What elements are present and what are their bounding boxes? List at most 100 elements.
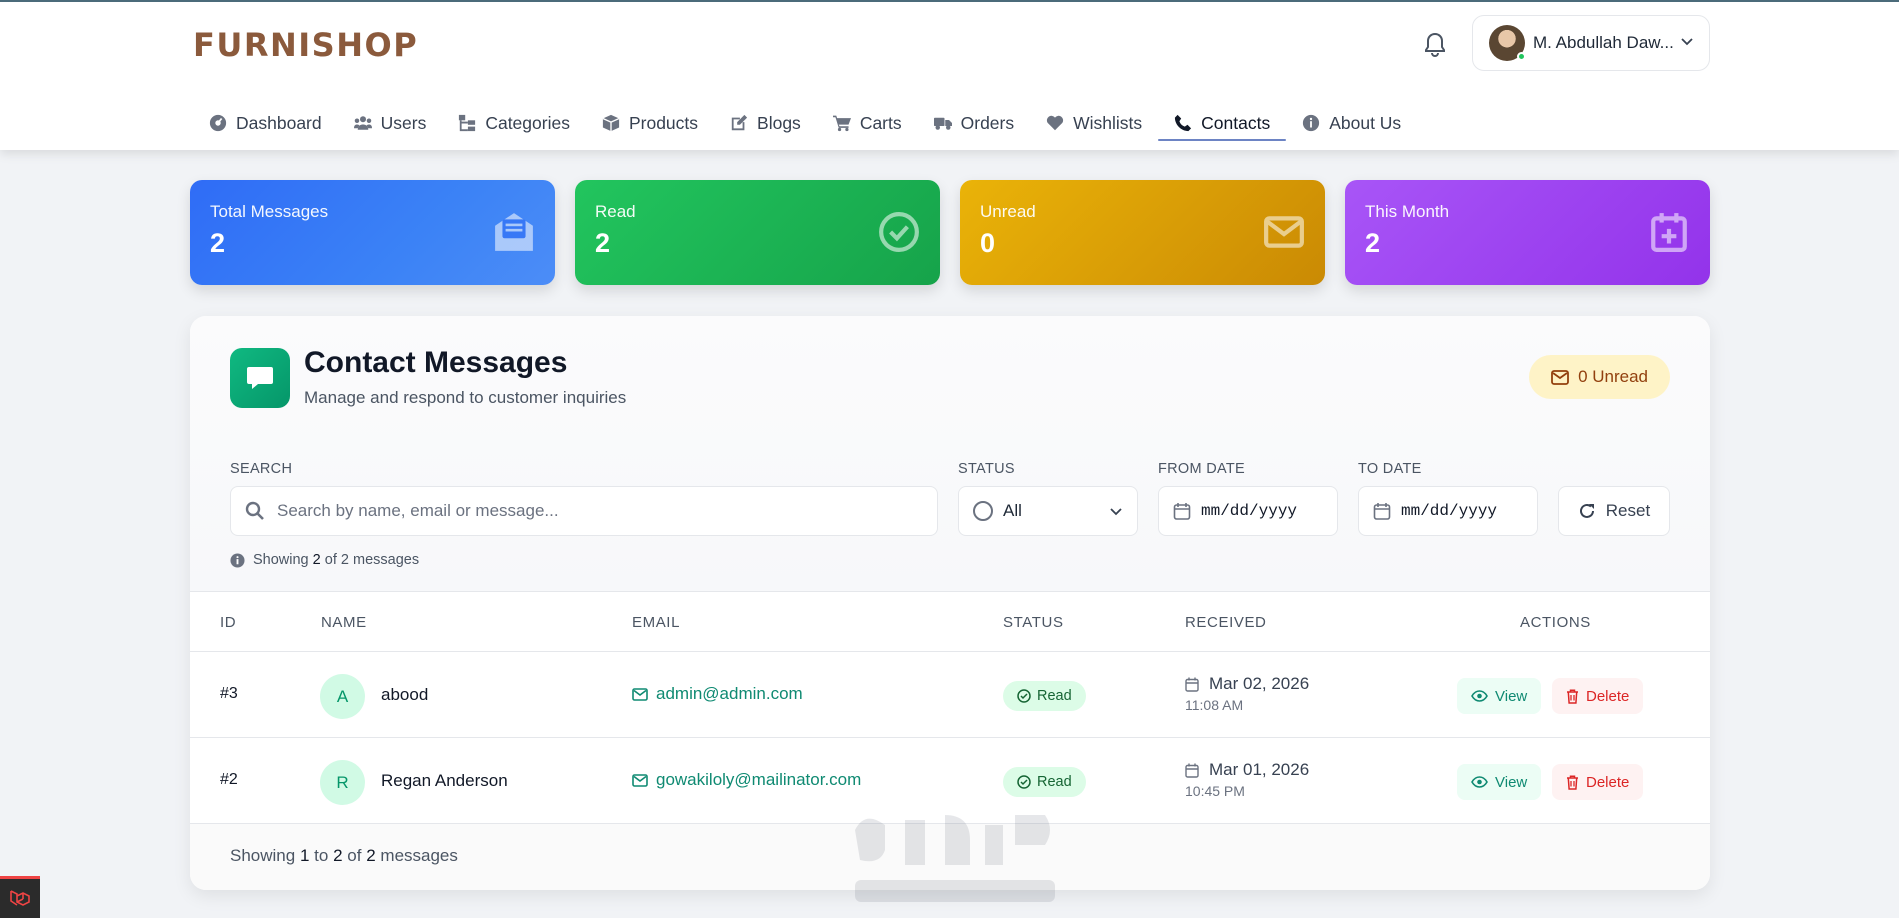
summary-mid: of xyxy=(324,552,337,568)
search-icon xyxy=(245,501,264,520)
column-header-received: RECEIVED xyxy=(1185,614,1267,631)
calendar-icon xyxy=(1185,677,1199,692)
received-date: Mar 02, 2026 11:08 AM xyxy=(1185,674,1309,713)
unread-badge-label: 0 Unread xyxy=(1578,367,1648,386)
email-text: admin@admin.com xyxy=(656,684,803,703)
table-row: #2 R Regan Anderson gowakiloly@mailinato… xyxy=(190,738,1710,824)
calendar-icon xyxy=(1173,503,1191,520)
stat-value: 0 xyxy=(980,228,996,258)
user-menu[interactable]: M. Abdullah Daw... xyxy=(1472,15,1710,71)
stat-value: 2 xyxy=(595,228,611,258)
status-select[interactable]: All xyxy=(958,486,1138,536)
status-label: STATUS xyxy=(958,461,1015,477)
truck-icon xyxy=(933,117,952,130)
results-summary: Showing 2 of 2 messages xyxy=(230,552,419,568)
nav-label: Users xyxy=(380,112,427,133)
nav-label: Blogs xyxy=(757,112,801,133)
column-header-email: EMAIL xyxy=(632,614,681,631)
nav-blogs[interactable]: Blogs xyxy=(714,94,817,140)
nav-label: Contacts xyxy=(1201,112,1271,133)
status-text: Read xyxy=(1037,774,1072,790)
brand-logo[interactable]: FURNISHOP xyxy=(193,26,418,64)
sender-name: abood xyxy=(381,685,429,704)
stat-label: Unread xyxy=(980,202,1036,221)
sender-email-link[interactable]: gowakiloly@mailinator.com xyxy=(632,770,861,790)
delete-button[interactable]: Delete xyxy=(1552,764,1644,800)
from-date-input[interactable]: mm/dd/yyyy xyxy=(1158,486,1338,536)
reset-button[interactable]: Reset xyxy=(1558,486,1670,536)
sender-name: Regan Anderson xyxy=(381,771,508,790)
nav-carts[interactable]: Carts xyxy=(817,94,918,140)
nav-wishlists[interactable]: Wishlists xyxy=(1030,94,1158,140)
sender-email-link[interactable]: admin@admin.com xyxy=(632,684,803,704)
to-date-label: TO DATE xyxy=(1358,461,1422,477)
stat-card-total-messages: Total Messages 2 xyxy=(190,180,555,285)
calendar-plus-icon xyxy=(1651,213,1687,252)
laravel-debugbar-icon[interactable] xyxy=(0,876,40,918)
view-label: View xyxy=(1495,687,1528,705)
eye-icon xyxy=(1471,776,1488,788)
time-text: 10:45 PM xyxy=(1185,783,1245,799)
heart-icon xyxy=(1047,115,1064,131)
pagination-prefix: Showing xyxy=(230,846,296,865)
column-header-actions: ACTIONS xyxy=(1520,614,1591,631)
delete-label: Delete xyxy=(1586,687,1630,705)
view-button[interactable]: View xyxy=(1457,764,1542,800)
stat-card-this-month: This Month 2 xyxy=(1345,180,1710,285)
nav-products[interactable]: Products xyxy=(586,94,714,140)
status-badge: Read xyxy=(1003,767,1086,797)
envelope-icon xyxy=(1551,369,1569,385)
search-placeholder: Search by name, email or message... xyxy=(277,501,559,520)
stat-label: Total Messages xyxy=(210,202,329,221)
nav-contacts[interactable]: Contacts xyxy=(1158,94,1287,141)
summary-count: 2 xyxy=(312,552,321,568)
nav-label: Dashboard xyxy=(236,112,322,133)
comment-icon xyxy=(230,348,290,408)
dashboard-icon xyxy=(209,114,227,132)
avatar: A xyxy=(320,674,365,719)
page-title: Contact Messages xyxy=(304,346,568,379)
users-icon xyxy=(353,116,372,130)
edit-icon xyxy=(731,114,748,131)
calendar-icon xyxy=(1185,763,1199,778)
table-header: ID NAME EMAIL STATUS RECEIVED ACTIONS xyxy=(190,591,1710,652)
nav-label: Carts xyxy=(859,112,902,133)
status-select-value: All xyxy=(1003,501,1022,520)
from-date-label: FROM DATE xyxy=(1158,461,1246,477)
status-text: Read xyxy=(1037,688,1072,704)
nav-label: Categories xyxy=(485,112,570,133)
calendar-icon xyxy=(1373,503,1391,520)
main-nav: Dashboard Users Categories Products Blog… xyxy=(193,94,1417,141)
info-circle-icon xyxy=(230,552,245,568)
bell-icon[interactable] xyxy=(1420,30,1450,60)
table-footer: Showing 1 to 2 of 2 messages xyxy=(190,824,1710,890)
view-button[interactable]: View xyxy=(1457,678,1542,714)
reset-label: Reset xyxy=(1605,501,1651,520)
message-id: #2 xyxy=(220,771,238,788)
search-input[interactable]: Search by name, email or message... xyxy=(230,486,938,536)
date-text: Mar 02, 2026 xyxy=(1209,674,1310,693)
to-date-input[interactable]: mm/dd/yyyy xyxy=(1358,486,1538,536)
pagination-suffix: messages xyxy=(380,846,458,865)
envelope-icon xyxy=(632,773,648,787)
delete-button[interactable]: Delete xyxy=(1552,678,1644,714)
nav-users[interactable]: Users xyxy=(338,94,443,140)
pagination-from: 1 xyxy=(299,846,310,865)
nav-dashboard[interactable]: Dashboard xyxy=(193,94,338,140)
pagination-of-word: of xyxy=(347,846,362,865)
nav-label: Products xyxy=(628,112,699,133)
message-id: #3 xyxy=(220,685,238,702)
stat-value: 2 xyxy=(210,228,226,258)
column-header-id: ID xyxy=(220,614,237,631)
nav-categories[interactable]: Categories xyxy=(442,94,586,140)
to-date-value: mm/dd/yyyy xyxy=(1401,502,1498,520)
nav-about-us[interactable]: About Us xyxy=(1286,94,1417,140)
eye-icon xyxy=(1471,690,1488,702)
nav-orders[interactable]: Orders xyxy=(918,94,1030,140)
pagination-summary: Showing 1 to 2 of 2 messages xyxy=(230,846,458,866)
unread-badge: 0 Unread xyxy=(1529,355,1670,399)
trash-icon xyxy=(1567,774,1578,790)
status-badge: Read xyxy=(1003,681,1086,711)
time-text: 11:08 AM xyxy=(1185,697,1244,713)
date-text: Mar 01, 2026 xyxy=(1209,760,1310,779)
